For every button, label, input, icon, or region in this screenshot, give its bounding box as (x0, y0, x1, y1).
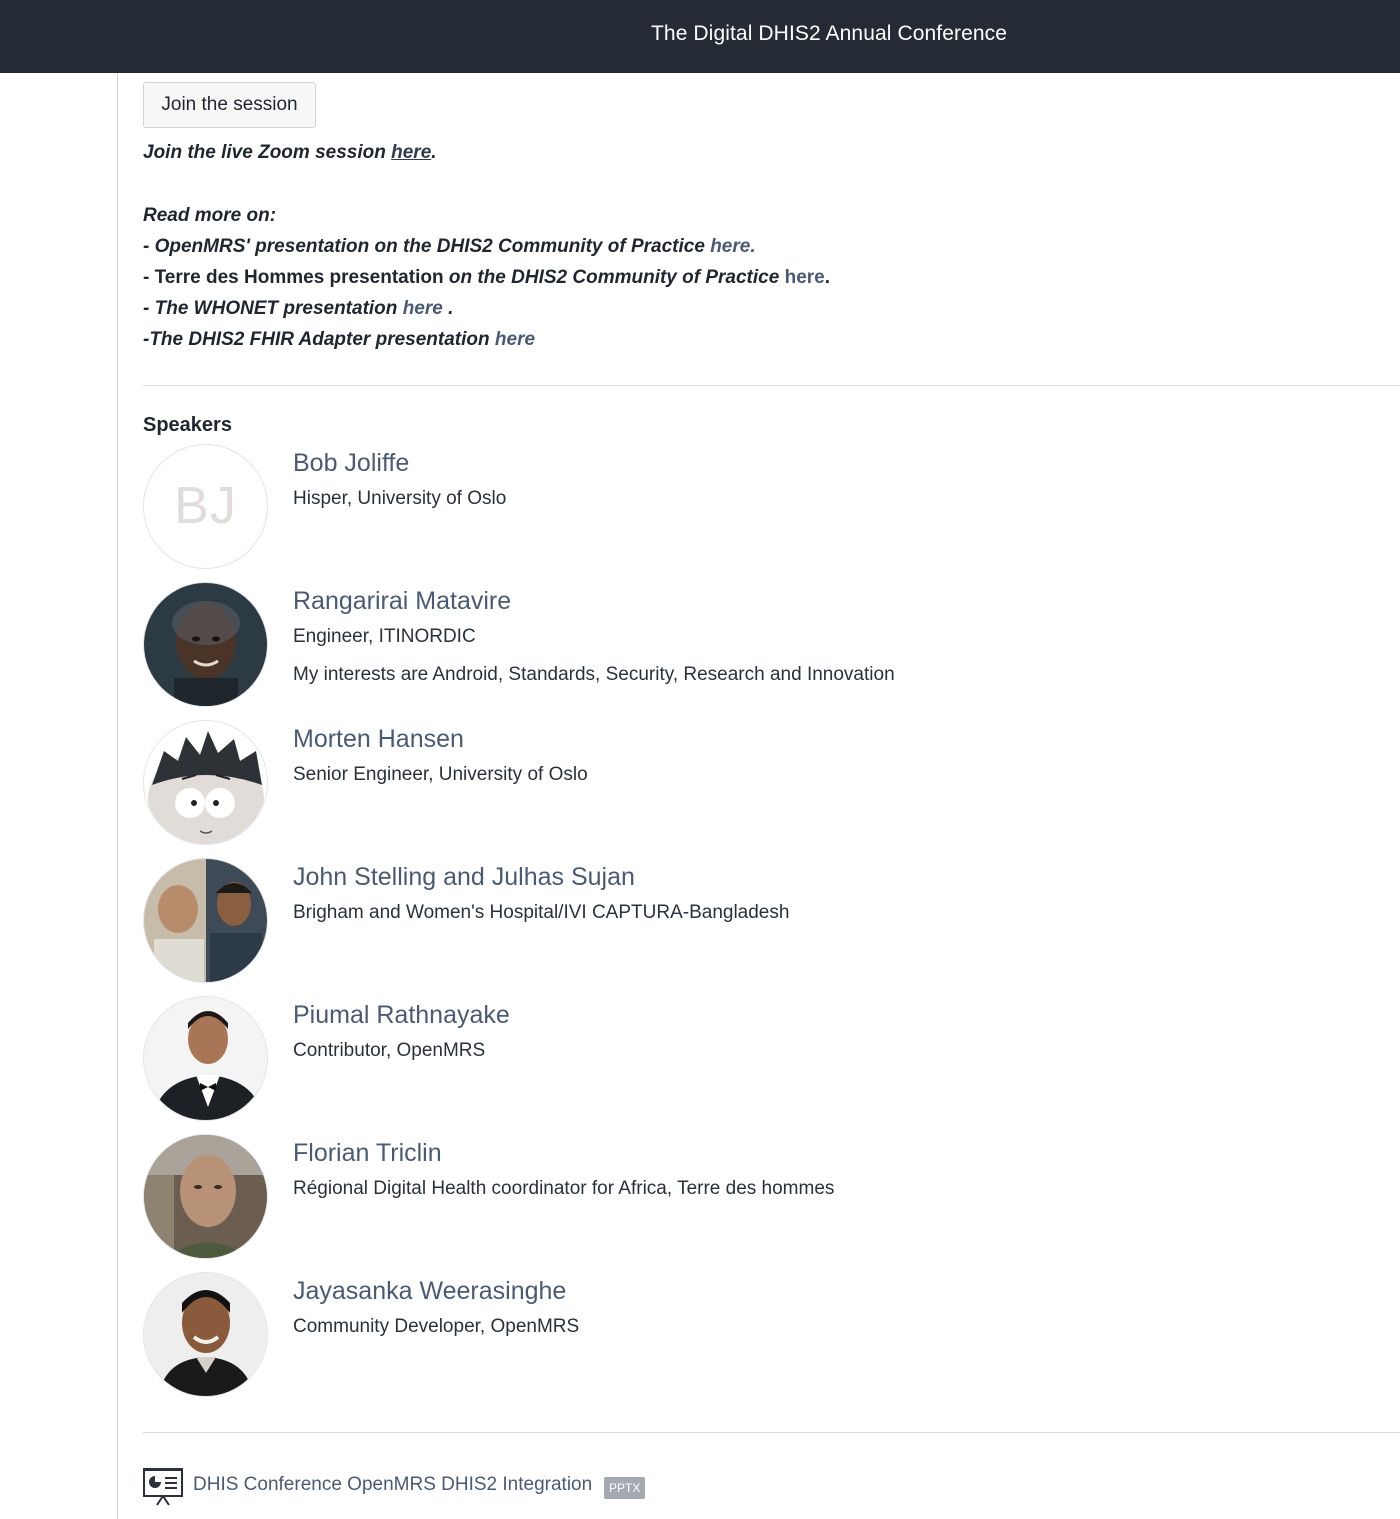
speaker-role: Engineer, ITINORDIC (293, 626, 476, 647)
terre-des-hommes-link[interactable]: here (785, 267, 825, 288)
avatar-photo (144, 583, 267, 706)
file-type-badge: PPTX (604, 1477, 646, 1499)
avatar[interactable] (143, 582, 268, 707)
attachment-item[interactable]: DHIS Conference OpenMRS DHIS2 Integratio… (143, 1466, 843, 1506)
top-bar: The Digital DHIS2 Annual Conference (0, 0, 1400, 73)
speaker-name[interactable]: Morten Hansen (293, 725, 464, 754)
speaker-card: BJ Bob Joliffe Hisper, University of Osl… (143, 444, 1400, 574)
speaker-role: Brigham and Women's Hospital/IVI CAPTURA… (293, 902, 790, 923)
avatar[interactable] (143, 858, 268, 983)
read-more-heading: Read more on: (143, 205, 277, 226)
speaker-bio: My interests are Android, Standards, Sec… (293, 664, 895, 685)
divider (143, 385, 1400, 386)
read-more-item: - Terre des Hommes presentation on the D… (143, 267, 831, 288)
read-more-item: - The WHONET presentation here . (143, 298, 454, 319)
speaker-name[interactable]: John Stelling and Julhas Sujan (293, 863, 635, 892)
speaker-role: Régional Digital Health coordinator for … (293, 1178, 835, 1199)
read-more-item: -The DHIS2 FHIR Adapter presentation her… (143, 329, 536, 350)
speaker-name[interactable]: Jayasanka Weerasinghe (293, 1277, 566, 1306)
left-border (117, 73, 118, 1519)
avatar[interactable] (143, 720, 268, 845)
whonet-presentation-link[interactable]: here (403, 298, 443, 319)
speaker-role: Community Developer, OpenMRS (293, 1316, 580, 1337)
speaker-role: Hisper, University of Oslo (293, 488, 507, 509)
speaker-name[interactable]: Piumal Rathnayake (293, 1001, 510, 1030)
avatar-initials: BJ (174, 477, 237, 535)
zoom-link[interactable]: here (391, 142, 431, 163)
speaker-name[interactable]: Bob Joliffe (293, 449, 409, 478)
speaker-card: Piumal Rathnayake Contributor, OpenMRS (143, 996, 1400, 1126)
speaker-name[interactable]: Rangarirai Matavire (293, 587, 511, 616)
page-title: The Digital DHIS2 Annual Conference (651, 22, 1008, 45)
divider (143, 1432, 1400, 1433)
speakers-heading: Speakers (143, 414, 232, 436)
zoom-line: Join the live Zoom session here. (143, 142, 437, 163)
avatar[interactable]: BJ (143, 444, 268, 569)
avatar-photo (144, 721, 267, 844)
avatar-photo (144, 997, 267, 1120)
avatar-photo (144, 1135, 267, 1258)
openmrs-presentation-link[interactable]: here. (710, 236, 755, 257)
attachment-name[interactable]: DHIS Conference OpenMRS DHIS2 Integratio… (193, 1474, 592, 1496)
fhir-adapter-link[interactable]: here (495, 329, 535, 350)
speaker-card: Rangarirai Matavire Engineer, ITINORDIC … (143, 582, 1400, 712)
avatar-photo (144, 859, 267, 982)
speaker-name[interactable]: Florian Triclin (293, 1139, 442, 1168)
presentation-icon (143, 1468, 183, 1506)
avatar[interactable] (143, 996, 268, 1121)
speaker-role: Contributor, OpenMRS (293, 1040, 486, 1061)
speaker-card: John Stelling and Julhas Sujan Brigham a… (143, 858, 1400, 988)
speaker-card: Morten Hansen Senior Engineer, Universit… (143, 720, 1400, 850)
speaker-role: Senior Engineer, University of Oslo (293, 764, 588, 785)
avatar-photo (144, 1273, 267, 1396)
speaker-card: Florian Triclin Régional Digital Health … (143, 1134, 1400, 1264)
speaker-card: Jayasanka Weerasinghe Community Develope… (143, 1272, 1400, 1402)
join-session-button[interactable]: Join the session (143, 82, 316, 128)
read-more-item: - OpenMRS' presentation on the DHIS2 Com… (143, 236, 756, 257)
avatar[interactable] (143, 1272, 268, 1397)
avatar[interactable] (143, 1134, 268, 1259)
